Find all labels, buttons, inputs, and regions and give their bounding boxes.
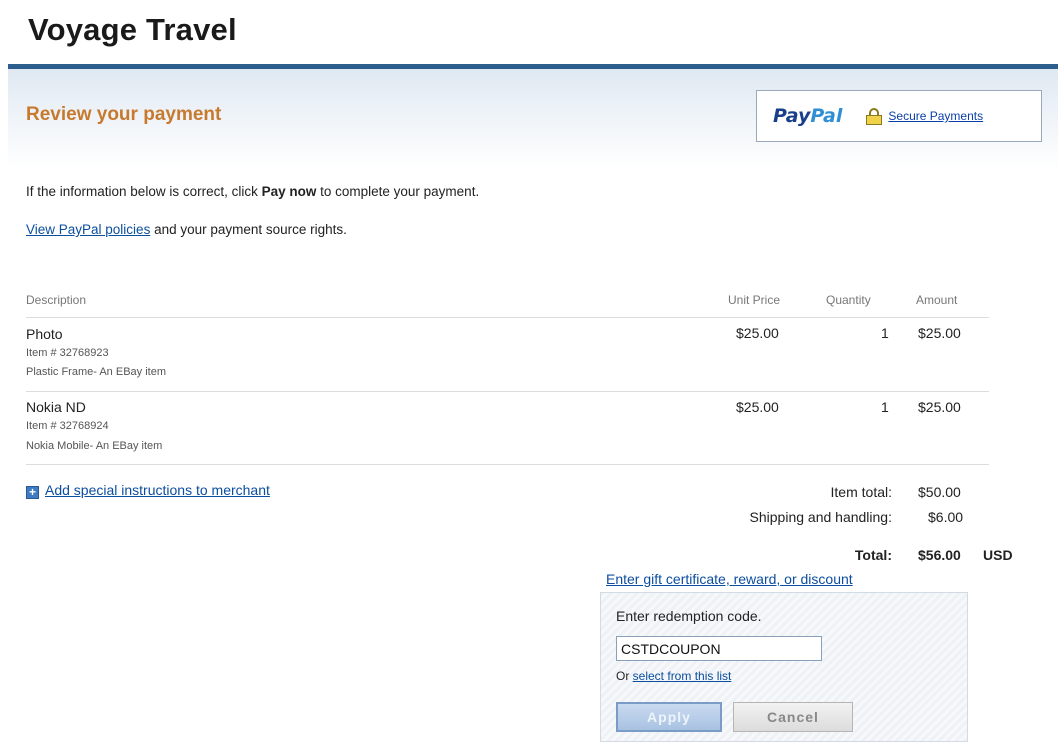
item-unit-price: $25.00 bbox=[736, 399, 779, 415]
item-total-value: $50.00 bbox=[918, 484, 961, 500]
paypal-logo-pal: Pal bbox=[810, 105, 843, 127]
cancel-button[interactable]: Cancel bbox=[733, 702, 853, 732]
policies-text: View PayPal policies and your payment so… bbox=[26, 222, 347, 237]
header-divider bbox=[26, 317, 989, 318]
apply-button[interactable]: Apply bbox=[616, 702, 722, 732]
site-title: Voyage Travel bbox=[28, 12, 237, 47]
or-label: Or bbox=[616, 669, 633, 683]
total-label: Total: bbox=[854, 547, 892, 563]
item-name: Photo bbox=[26, 326, 63, 342]
row-divider bbox=[26, 391, 989, 392]
intro-before: If the information below is correct, cli… bbox=[26, 184, 262, 199]
paypal-logo-pay: Pay bbox=[773, 105, 811, 127]
item-total-label: Item total: bbox=[830, 484, 892, 500]
plus-icon[interactable]: + bbox=[26, 486, 39, 499]
shipping-label: Shipping and handling: bbox=[749, 509, 892, 525]
row-divider bbox=[26, 464, 989, 465]
secure-payments-link[interactable]: Secure Payments bbox=[888, 109, 983, 123]
redemption-title: Enter redemption code. bbox=[616, 608, 762, 624]
lock-icon bbox=[866, 108, 883, 125]
item-quantity: 1 bbox=[881, 325, 889, 341]
total-value: $56.00 bbox=[918, 547, 961, 563]
item-amount: $25.00 bbox=[918, 399, 961, 415]
or-select-text: Or select from this list bbox=[616, 669, 731, 683]
col-header-quantity: Quantity bbox=[826, 293, 871, 307]
paypal-secure-box: PayPal Secure Payments bbox=[756, 90, 1042, 142]
page-heading: Review your payment bbox=[26, 104, 222, 125]
view-policies-link[interactable]: View PayPal policies bbox=[26, 222, 150, 237]
col-header-unit-price: Unit Price bbox=[728, 293, 781, 307]
redemption-code-input[interactable] bbox=[616, 636, 822, 661]
policies-after: and your payment source rights. bbox=[150, 222, 347, 237]
shipping-value: $6.00 bbox=[928, 509, 964, 525]
item-number: Item # 32768924 bbox=[26, 420, 109, 432]
intro-pay-now: Pay now bbox=[261, 184, 317, 199]
gift-certificate-link[interactable]: Enter gift certificate, reward, or disco… bbox=[606, 571, 853, 587]
item-number: Item # 32768923 bbox=[26, 347, 109, 359]
total-currency: USD bbox=[983, 547, 1013, 563]
item-name: Nokia ND bbox=[26, 399, 86, 415]
intro-after: to complete your payment. bbox=[316, 184, 480, 199]
item-description: Plastic Frame- An EBay item bbox=[26, 366, 166, 378]
add-instructions-link[interactable]: Add special instructions to merchant bbox=[45, 482, 270, 498]
item-description: Nokia Mobile- An EBay item bbox=[26, 440, 163, 452]
col-header-description: Description bbox=[26, 293, 87, 307]
item-amount: $25.00 bbox=[918, 325, 961, 341]
intro-text: If the information below is correct, cli… bbox=[26, 184, 479, 199]
item-unit-price: $25.00 bbox=[736, 325, 779, 341]
paypal-logo: PayPal bbox=[773, 105, 842, 127]
item-quantity: 1 bbox=[881, 399, 889, 415]
select-from-list-link[interactable]: select from this list bbox=[633, 669, 732, 683]
col-header-amount: Amount bbox=[916, 293, 958, 307]
